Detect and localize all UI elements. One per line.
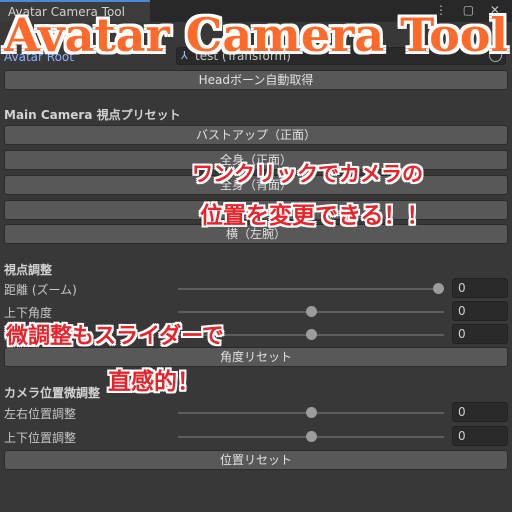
position-adjust-section-title: カメラ位置微調整 [4,386,101,400]
slider-callout-line1: 微調整もスライダーで [6,324,224,349]
slider-label-vertical-position: 上下位置調整 [4,431,77,445]
vertical-angle-value-field[interactable]: 0 [452,301,508,321]
distance-slider-track[interactable] [178,288,444,290]
horizontal-angle-slider-handle[interactable] [305,329,317,340]
horizontal-position-value-field[interactable]: 0 [452,402,508,422]
promo-headline: Avatar Camera Tool [4,8,508,62]
distance-slider-handle[interactable] [433,283,444,294]
vertical-position-slider-handle[interactable] [305,431,317,442]
head-bone-auto-button[interactable]: Headボーン自動取得 [4,70,508,90]
horizontal-angle-value-field[interactable]: 0 [452,324,508,344]
view-adjust-section-title: 視点調整 [4,263,53,277]
vertical-position-value-field[interactable]: 0 [452,426,508,446]
distance-value-field[interactable]: 0 [452,278,508,298]
preset-bust-up-button[interactable]: バストアップ（正面） [4,125,508,145]
slider-callout-line2: 直感的！ [108,369,200,395]
slider-label-horizontal-position: 左右位置調整 [4,407,77,421]
slider-label-distance: 距離 (ズーム) [4,283,77,297]
vertical-angle-slider-handle[interactable] [305,306,317,317]
horizontal-position-slider-handle[interactable] [305,407,317,418]
position-reset-button[interactable]: 位置リセット [4,450,508,470]
one-click-callout-line1: ワンクリックでカメラの [192,162,423,186]
one-click-callout-line2: 位置を変更できる！！ [200,203,430,229]
angle-reset-button[interactable]: 角度リセット [4,347,508,367]
preset-section-title: Main Camera 視点プリセット [4,108,181,122]
